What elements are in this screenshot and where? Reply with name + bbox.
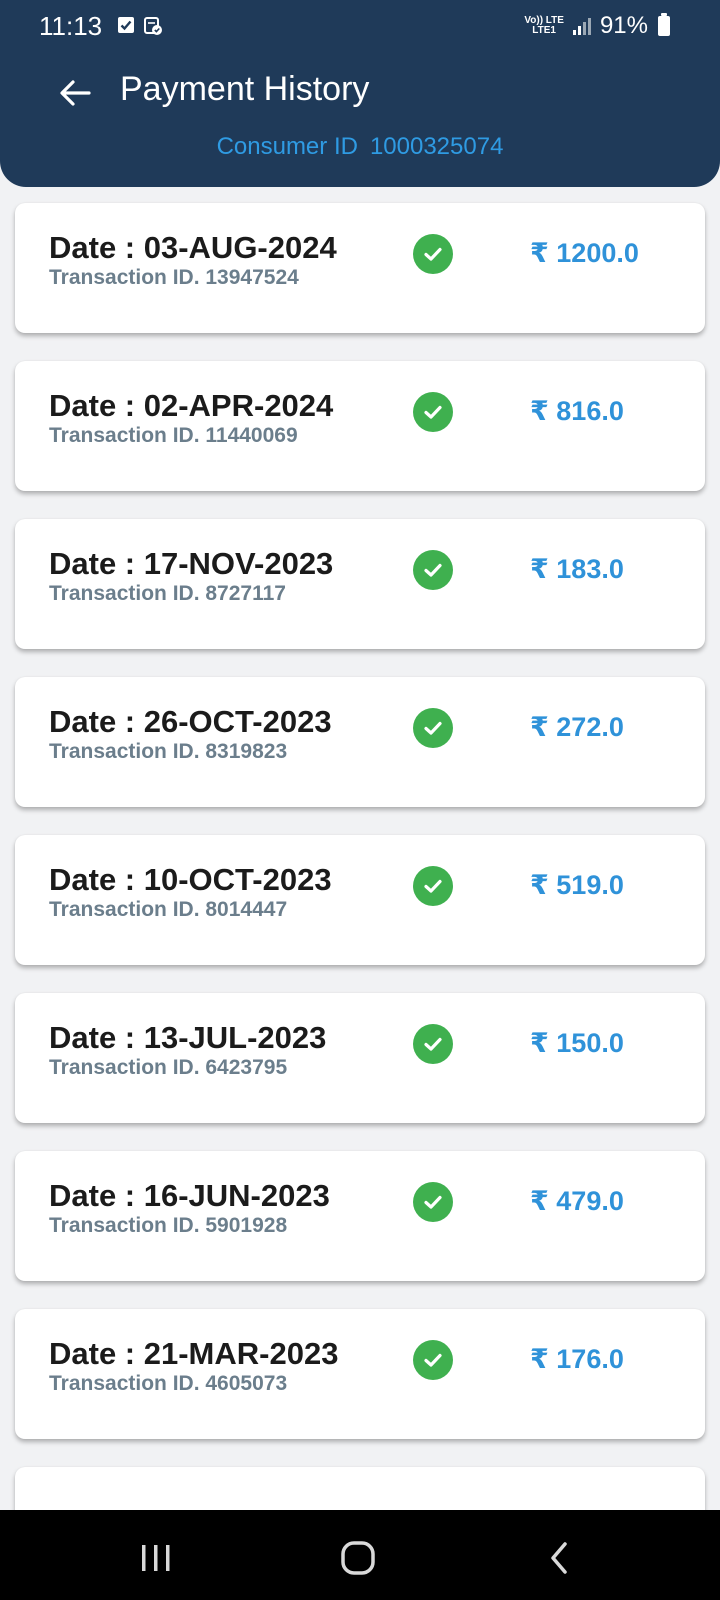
payment-card[interactable]: Date : 03-AUG-2024 Transaction ID. 13947… bbox=[15, 203, 705, 333]
recents-icon bbox=[142, 1545, 170, 1571]
transaction-id: Transaction ID. 5901928 bbox=[49, 1214, 288, 1237]
home-icon bbox=[341, 1541, 375, 1575]
payment-card[interactable]: Date : 13-JUL-2023 Transaction ID. 64237… bbox=[15, 993, 705, 1123]
payment-card[interactable]: Date : 17-NOV-2023 Transaction ID. 87271… bbox=[15, 519, 705, 649]
back-nav-button[interactable] bbox=[530, 1538, 590, 1578]
payment-card[interactable]: Date : 21-MAR-2023 Transaction ID. 46050… bbox=[15, 1309, 705, 1439]
recents-button[interactable] bbox=[126, 1538, 186, 1578]
payment-date: Date : 13-JUL-2023 bbox=[49, 1020, 327, 1055]
payment-amount: ₹ 176.0 bbox=[530, 1344, 624, 1374]
signal-icon bbox=[572, 18, 591, 35]
system-status: Vo)) LTE LTE1 91% bbox=[524, 12, 670, 40]
payment-amount: ₹ 1200.0 bbox=[530, 238, 639, 268]
consumer-id-label: Consumer ID bbox=[216, 133, 358, 160]
back-icon bbox=[551, 1542, 567, 1574]
payment-card[interactable]: Date : 10-OCT-2023 Transaction ID. 80144… bbox=[15, 835, 705, 965]
transaction-id: Transaction ID. 8319823 bbox=[49, 740, 288, 763]
page-title: Payment History bbox=[120, 70, 370, 108]
consumer-id-row: Consumer ID 1000325074 bbox=[0, 133, 720, 161]
payment-date: Date : 03-AUG-2024 bbox=[49, 230, 337, 265]
check-circle-icon bbox=[413, 1024, 453, 1064]
payment-date: Date : 02-APR-2024 bbox=[49, 388, 334, 423]
check-circle-icon bbox=[413, 234, 453, 274]
payment-date: Date : 10-OCT-2023 bbox=[49, 862, 332, 897]
check-circle-icon bbox=[413, 708, 453, 748]
payment-date: Date : 17-NOV-2023 bbox=[49, 546, 334, 581]
check-circle-icon bbox=[413, 550, 453, 590]
transaction-id: Transaction ID. 8014447 bbox=[49, 898, 288, 921]
payment-amount: ₹ 519.0 bbox=[530, 870, 624, 900]
payment-amount: ₹ 272.0 bbox=[530, 712, 624, 742]
payment-amount: ₹ 479.0 bbox=[530, 1186, 624, 1216]
payment-amount: ₹ 150.0 bbox=[530, 1028, 624, 1058]
network-label: Vo)) LTE LTE1 bbox=[524, 15, 564, 36]
payment-card[interactable]: Date : 02-APR-2024 Transaction ID. 11440… bbox=[15, 361, 705, 491]
payment-card[interactable]: Date : 16-JUN-2023 Transaction ID. 59019… bbox=[15, 1151, 705, 1281]
payment-date: Date : 16-JUN-2023 bbox=[49, 1178, 330, 1213]
consumer-id-value: 1000325074 bbox=[369, 133, 504, 160]
payment-amount: ₹ 183.0 bbox=[530, 554, 624, 584]
payment-amount: ₹ 816.0 bbox=[530, 396, 624, 426]
back-button[interactable] bbox=[52, 70, 98, 116]
check-circle-icon bbox=[413, 1182, 453, 1222]
battery-percent: 91% bbox=[599, 12, 648, 39]
transaction-id: Transaction ID. 11440069 bbox=[49, 424, 298, 447]
check-circle-icon bbox=[413, 1340, 453, 1380]
check-circle-icon bbox=[413, 866, 453, 906]
app-header: 11:13 Vo)) LTE LTE1 91% Payment History … bbox=[0, 0, 720, 187]
status-bar: 11:13 Vo)) LTE LTE1 91% bbox=[0, 0, 720, 52]
task-notification-icon bbox=[144, 17, 162, 35]
transaction-id: Transaction ID. 8727117 bbox=[49, 582, 286, 605]
home-button[interactable] bbox=[328, 1538, 388, 1578]
transaction-id: Transaction ID. 4605073 bbox=[49, 1372, 288, 1395]
battery-icon bbox=[658, 13, 670, 36]
transaction-id: Transaction ID. 6423795 bbox=[49, 1056, 288, 1079]
payment-date: Date : 21-MAR-2023 bbox=[49, 1336, 339, 1371]
payment-card[interactable]: Date : 26-OCT-2023 Transaction ID. 83198… bbox=[15, 677, 705, 807]
notification-icons bbox=[117, 16, 163, 36]
status-time: 11:13 bbox=[39, 11, 103, 41]
arrow-left-icon bbox=[60, 80, 91, 106]
payment-date: Date : 26-OCT-2023 bbox=[49, 704, 332, 739]
checkbox-notification-icon bbox=[118, 17, 134, 33]
system-nav-bar bbox=[0, 1510, 720, 1600]
transaction-id: Transaction ID. 13947524 bbox=[49, 266, 299, 289]
check-circle-icon bbox=[413, 392, 453, 432]
